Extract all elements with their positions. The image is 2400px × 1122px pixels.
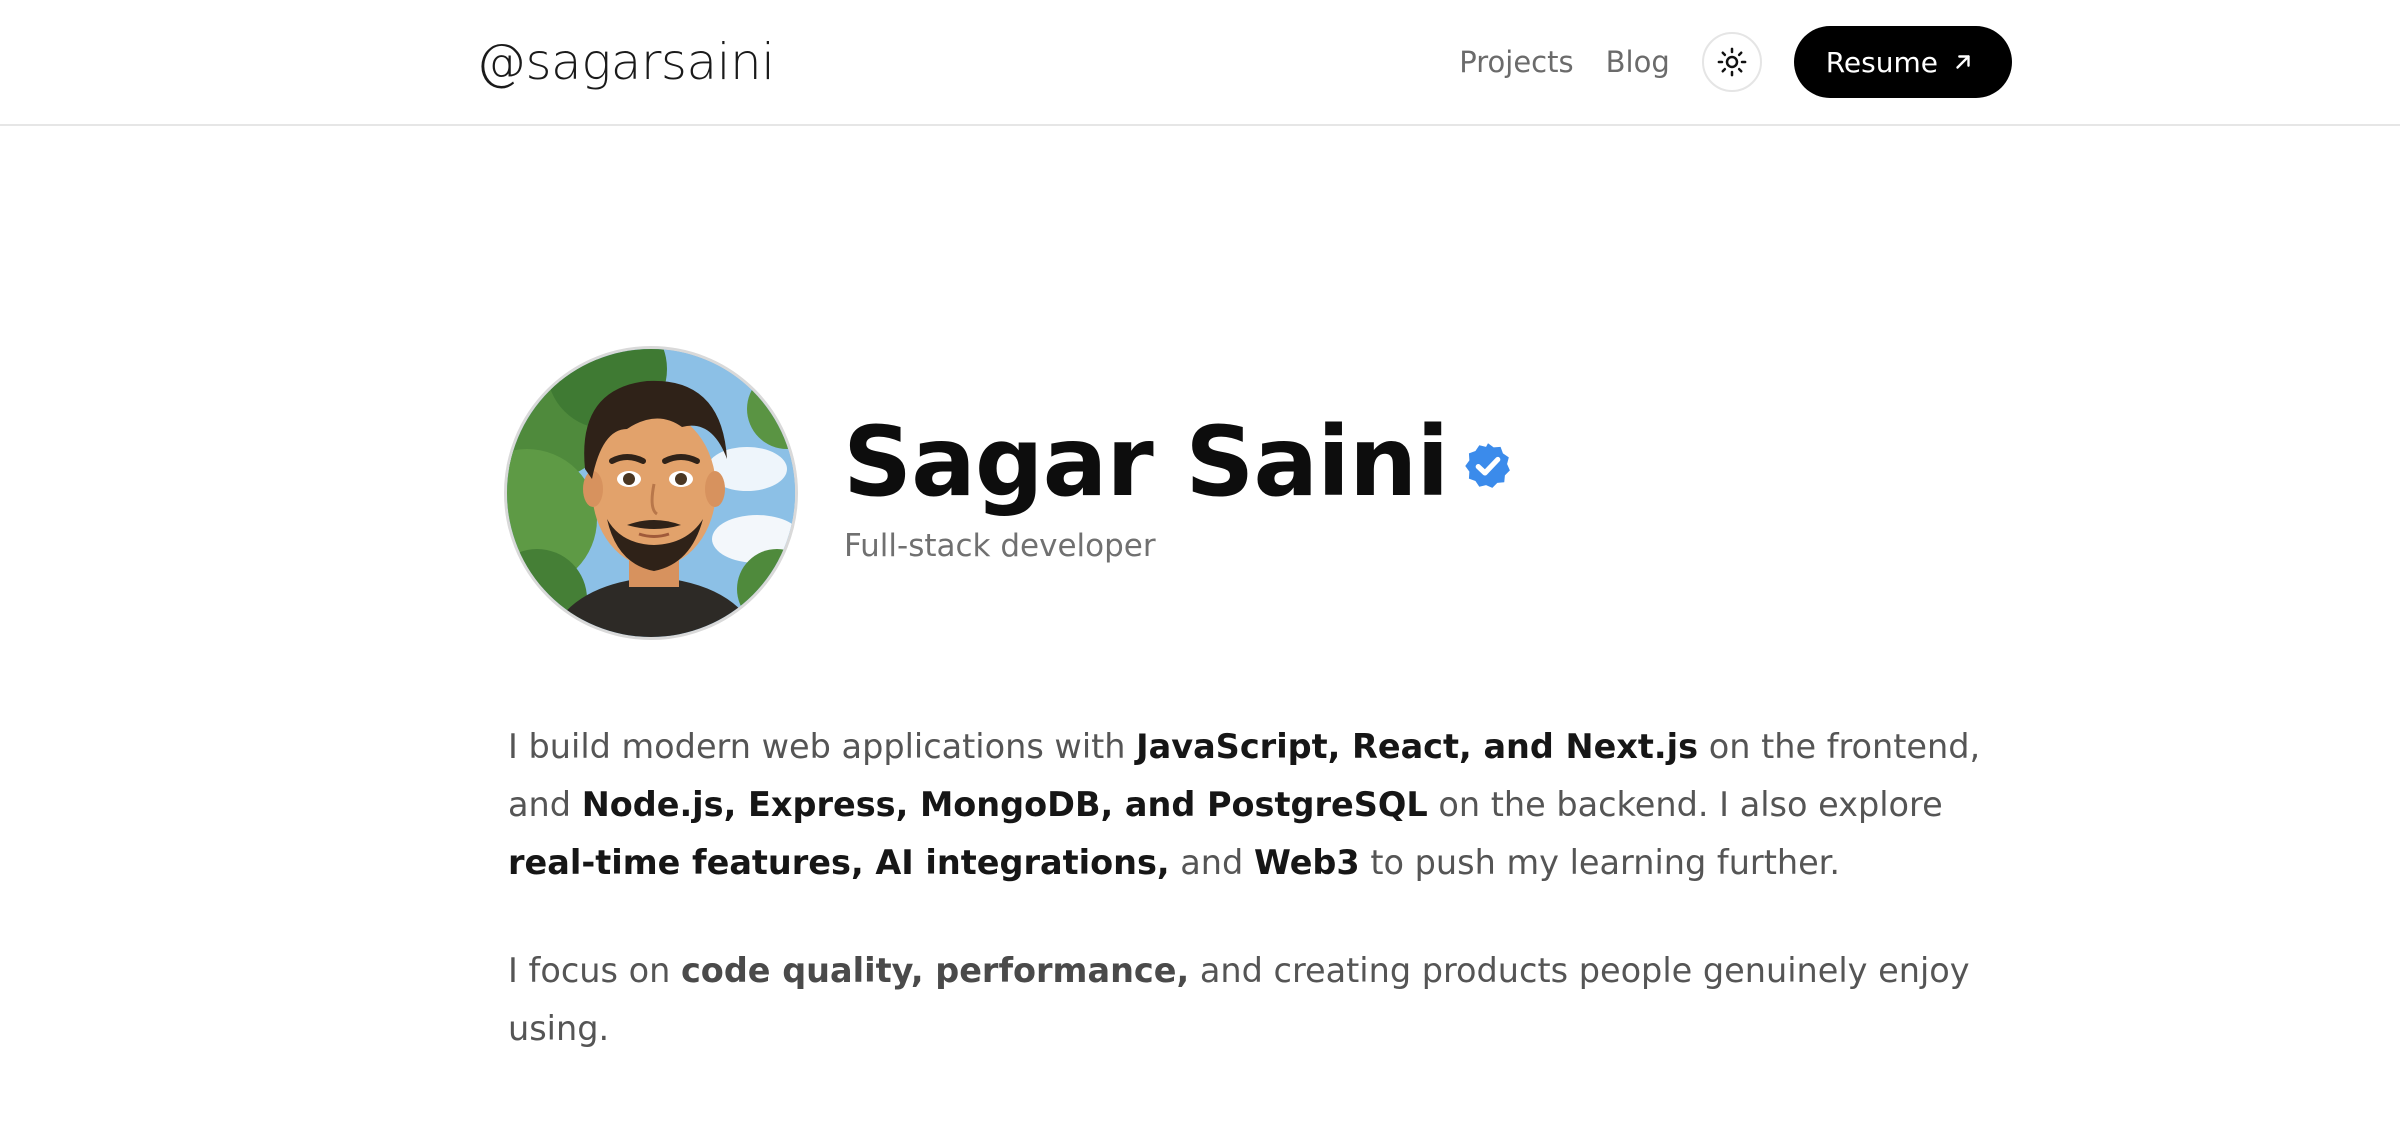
resume-button-label: Resume [1825,45,1938,79]
nav-link-projects[interactable]: Projects [1459,42,1573,82]
bio-text: to push my learning further. [1359,843,1841,882]
bio-paragraph-1: I build modern web applications with Jav… [508,718,2008,892]
bio-highlight: JavaScript, React, and Next.js [1136,727,1699,766]
bio-highlight: real-time features, AI integrations, [508,843,1170,882]
verified-badge-icon [1462,440,1514,492]
sun-icon [1717,47,1747,77]
bio-highlight: Node.js, Express, MongoDB, and PostgreSQ… [581,785,1428,824]
bio-text: I focus on [508,951,681,990]
brand-logo-link[interactable]: @sagarsaini [476,30,775,94]
profile-name: Sagar Saini [843,406,1449,518]
arrow-up-right-icon [1952,51,1974,73]
bio-text: and [1169,843,1254,882]
resume-button[interactable]: Resume [1793,26,2012,98]
bio-paragraph-2: I focus on code quality, performance, an… [508,942,2008,1058]
bio-highlight: Web3 [1253,843,1360,882]
main-nav: Projects Blog Resume [1459,24,2012,100]
bio-text: on the backend. I also explore [1427,785,1943,824]
theme-toggle-button[interactable] [1701,32,1762,92]
nav-link-blog[interactable]: Blog [1606,42,1670,82]
bio-highlight: code quality, performance, [680,951,1190,990]
avatar [504,346,798,640]
bio-text: I build modern web applications with [508,727,1137,766]
profile-name-row: Sagar Saini [843,404,1514,520]
site-header: @sagarsaini Projects Blog Resume [0,0,2400,126]
profile-role: Full-stack developer [844,528,1156,564]
